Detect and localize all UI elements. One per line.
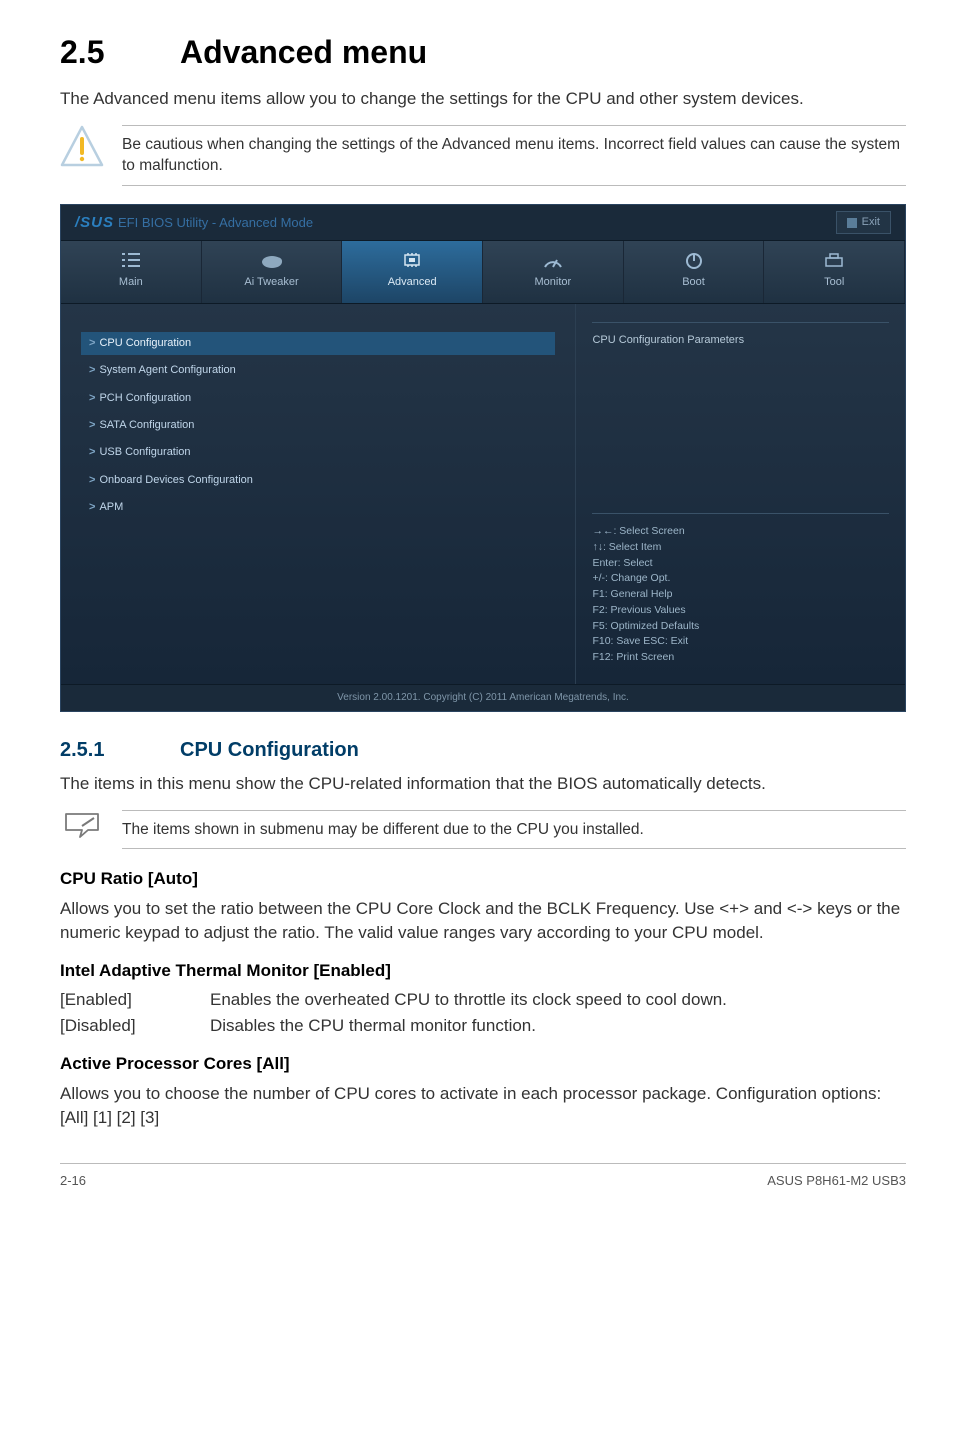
menu-label: System Agent Configuration [99, 364, 235, 376]
bios-brand: /SUS EFI BIOS Utility - Advanced Mode [75, 212, 313, 233]
menu-onboard-devices-configuration[interactable]: > Onboard Devices Configuration [81, 469, 555, 492]
caution-text: Be cautious when changing the settings o… [122, 125, 906, 186]
menu-cpu-configuration[interactable]: > CPU Configuration [81, 332, 555, 355]
tab-ai-tweaker[interactable]: Ai Tweaker [202, 241, 343, 302]
cpu-ratio-body: Allows you to set the ratio between the … [60, 897, 906, 945]
page-number: 2-16 [60, 1172, 86, 1190]
menu-pch-configuration[interactable]: > PCH Configuration [81, 387, 555, 410]
gauge-icon [543, 251, 563, 269]
menu-usb-configuration[interactable]: > USB Configuration [81, 441, 555, 464]
option-desc: Enables the overheated CPU to throttle i… [210, 988, 727, 1012]
subsection-intro: The items in this menu show the CPU-rela… [60, 772, 906, 796]
section-heading: 2.5Advanced menu [60, 30, 906, 75]
cores-body: Allows you to choose the number of CPU c… [60, 1082, 906, 1130]
hint-line: F5: Optimized Defaults [592, 619, 889, 635]
warning-icon [60, 125, 104, 167]
exit-icon [847, 218, 857, 228]
chevron-right-icon: > [89, 392, 95, 404]
hint-line: ↑↓: Select Item [592, 540, 889, 556]
cpu-ratio-heading: CPU Ratio [Auto] [60, 867, 906, 891]
option-row: [Disabled] Disables the CPU thermal moni… [60, 1014, 906, 1038]
tab-advanced-label: Advanced [388, 276, 437, 288]
chevron-right-icon: > [89, 364, 95, 376]
cloud-icon [260, 251, 284, 269]
page-footer: 2-16 ASUS P8H61-M2 USB3 [60, 1163, 906, 1190]
subsection-heading: 2.5.1CPU Configuration [60, 736, 906, 764]
tab-tool-label: Tool [824, 276, 844, 288]
tab-main[interactable]: Main [61, 241, 202, 302]
note-callout: The items shown in submenu may be differ… [60, 810, 906, 850]
thermal-heading: Intel Adaptive Thermal Monitor [Enabled] [60, 959, 906, 983]
hint-line: F2: Previous Values [592, 603, 889, 619]
menu-label: SATA Configuration [99, 419, 194, 431]
tool-icon [823, 251, 845, 269]
option-desc: Disables the CPU thermal monitor functio… [210, 1014, 536, 1038]
hint-line: F12: Print Screen [592, 650, 889, 666]
bios-tab-bar: Main Ai Tweaker Advanced Monitor Boot To… [61, 241, 905, 303]
menu-label: CPU Configuration [99, 337, 191, 349]
note-icon [60, 810, 104, 840]
power-icon [684, 251, 704, 269]
exit-label: Exit [862, 215, 880, 230]
intro-paragraph: The Advanced menu items allow you to cha… [60, 87, 906, 111]
bios-footer: Version 2.00.1201. Copyright (C) 2011 Am… [61, 684, 905, 711]
caution-callout: Be cautious when changing the settings o… [60, 125, 906, 186]
chevron-right-icon: > [89, 501, 95, 513]
chevron-right-icon: > [89, 337, 95, 349]
tab-monitor[interactable]: Monitor [483, 241, 624, 302]
menu-apm[interactable]: > APM [81, 496, 555, 519]
tab-monitor-label: Monitor [535, 276, 572, 288]
tab-tool[interactable]: Tool [764, 241, 905, 302]
hint-line: F1: General Help [592, 587, 889, 603]
section-number: 2.5 [60, 30, 180, 75]
hint-line: Enter: Select [592, 556, 889, 572]
bios-info-panel: CPU Configuration Parameters →←: Select … [575, 304, 905, 684]
menu-label: PCH Configuration [99, 392, 191, 404]
chevron-right-icon: > [89, 446, 95, 458]
bios-titlebar: /SUS EFI BIOS Utility - Advanced Mode Exi… [61, 205, 905, 241]
option-key: [Disabled] [60, 1014, 210, 1038]
chevron-right-icon: > [89, 474, 95, 486]
bios-menu-panel: > CPU Configuration > System Agent Configu… [61, 304, 575, 684]
hint-line: →←: Select Screen [592, 524, 889, 540]
option-key: [Enabled] [60, 988, 210, 1012]
chip-icon [401, 251, 423, 269]
tab-boot[interactable]: Boot [624, 241, 765, 302]
menu-label: Onboard Devices Configuration [99, 474, 252, 486]
bios-utility-label: EFI BIOS Utility - Advanced Mode [118, 215, 313, 230]
hint-line: F10: Save ESC: Exit [592, 634, 889, 650]
option-row: [Enabled] Enables the overheated CPU to … [60, 988, 906, 1012]
tab-boot-label: Boot [682, 276, 705, 288]
list-icon [120, 251, 142, 269]
bios-body: > CPU Configuration > System Agent Configu… [61, 304, 905, 684]
tab-ai-tweaker-label: Ai Tweaker [244, 276, 298, 288]
menu-label: APM [99, 501, 123, 513]
chevron-right-icon: > [89, 419, 95, 431]
note-text: The items shown in submenu may be differ… [122, 810, 906, 850]
bios-window: /SUS EFI BIOS Utility - Advanced Mode Exi… [60, 204, 906, 712]
cores-heading: Active Processor Cores [All] [60, 1052, 906, 1076]
menu-label: USB Configuration [99, 446, 190, 458]
subsection-title: CPU Configuration [180, 739, 359, 761]
tab-main-label: Main [119, 276, 143, 288]
exit-button[interactable]: Exit [836, 211, 891, 234]
key-hints: →←: Select Screen ↑↓: Select Item Enter:… [592, 513, 889, 666]
menu-sata-configuration[interactable]: > SATA Configuration [81, 414, 555, 437]
product-name: ASUS P8H61-M2 USB3 [767, 1172, 906, 1190]
menu-system-agent-configuration[interactable]: > System Agent Configuration [81, 359, 555, 382]
info-panel-title: CPU Configuration Parameters [592, 322, 889, 348]
hint-line: +/-: Change Opt. [592, 571, 889, 587]
section-title-text: Advanced menu [180, 34, 427, 70]
brand-logo: /SUS [75, 214, 114, 231]
tab-advanced[interactable]: Advanced [342, 241, 483, 302]
subsection-number: 2.5.1 [60, 736, 180, 764]
